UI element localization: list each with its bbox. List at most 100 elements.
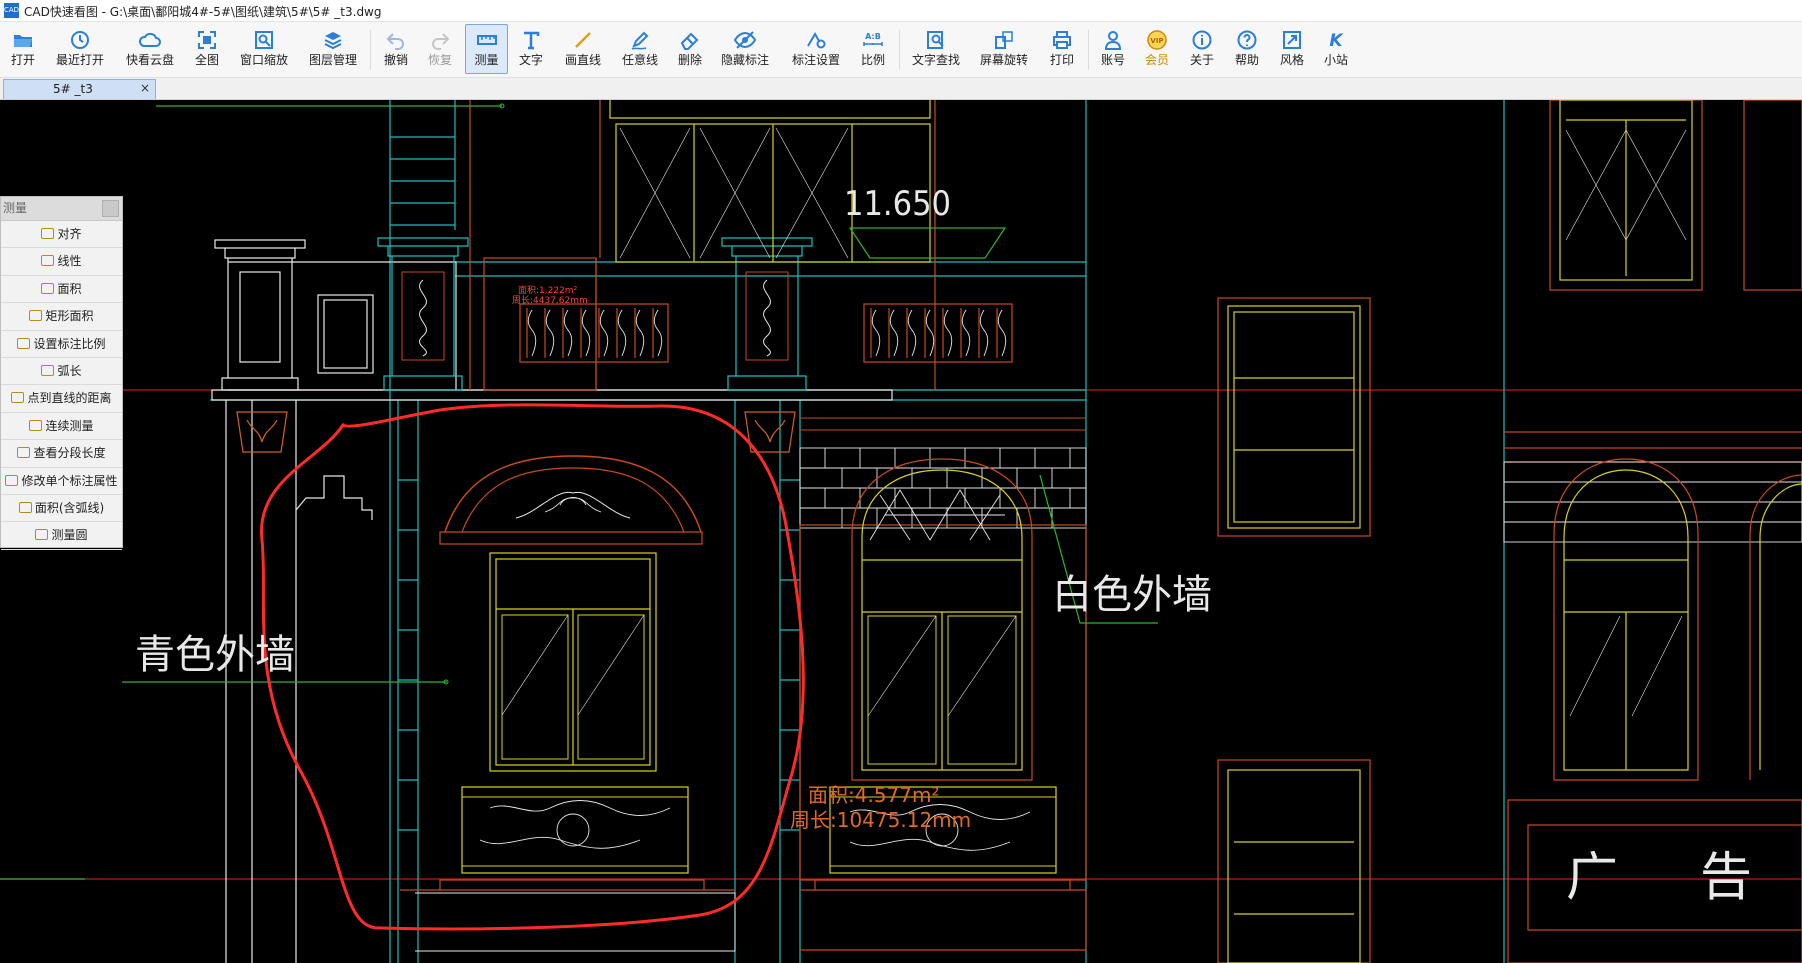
- elevation-label: 11.650: [844, 184, 951, 224]
- undo-button[interactable]: 撤销: [376, 24, 416, 74]
- panel-close-icon[interactable]: [102, 200, 119, 217]
- dimension-settings-icon: [807, 32, 826, 49]
- measure-linear[interactable]: 线性: [1, 248, 122, 276]
- layers-button[interactable]: 图层管理: [302, 24, 364, 74]
- full-view-label: 全图: [194, 53, 219, 67]
- find-text-button[interactable]: 文字查找: [905, 24, 967, 74]
- toolbar-divider: [370, 30, 371, 70]
- measure-continuous[interactable]: 连续测量: [1, 413, 122, 441]
- aligned-dim-icon: [41, 228, 55, 239]
- label-cyan-wall: 青色外墙: [135, 632, 295, 678]
- svg-text:K: K: [1329, 31, 1344, 51]
- account-label: 账号: [1100, 53, 1125, 67]
- measure-rect-area[interactable]: 矩形面积: [1, 303, 122, 331]
- measure-aligned[interactable]: 对齐: [1, 221, 122, 249]
- window-title: CAD快速看图 - G:\桌面\鄱阳城4#-5#\图纸\建筑\5#\5# _t3…: [24, 5, 382, 19]
- vip-label: 会员: [1144, 53, 1169, 67]
- cloud-icon: [138, 32, 161, 47]
- user-icon: [1104, 31, 1122, 50]
- site-button[interactable]: K 小站: [1316, 24, 1356, 74]
- dimension-settings-label: 标注设置: [791, 53, 840, 67]
- redo-icon: [432, 33, 450, 50]
- zoom-window-icon: [255, 31, 273, 49]
- help-label: 帮助: [1234, 53, 1259, 67]
- measure-arc-length[interactable]: 弧长: [1, 358, 122, 386]
- find-text-label: 文字查找: [911, 53, 960, 67]
- history-clock-icon: [71, 31, 89, 49]
- scale-ratio-icon: [17, 337, 31, 349]
- measure-point-to-line[interactable]: 点到直线的距离: [1, 385, 122, 413]
- measure-panel-title: 测量: [3, 201, 28, 215]
- cad-drawing-canvas[interactable]: 11.650 青色外墙 白色外墙 面积:1.222m² 周长:4437.62mm…: [0, 100, 1802, 963]
- area-annotation-main: 面积:4.577m²: [808, 783, 940, 807]
- svg-text:VIP: VIP: [1150, 37, 1163, 45]
- app-logo-icon: CAD: [4, 3, 19, 18]
- undo-icon: [386, 33, 404, 50]
- arc-icon: [41, 364, 55, 376]
- measure-segment-length[interactable]: 查看分段长度: [1, 440, 122, 468]
- rect-area-icon: [29, 310, 43, 322]
- eye-hidden-icon: [733, 31, 757, 49]
- area-icon: [41, 282, 55, 294]
- open-button[interactable]: 打开: [3, 24, 43, 74]
- open-label: 打开: [10, 53, 35, 67]
- recent-label: 最近打开: [55, 53, 104, 67]
- vip-badge-icon: VIP: [1147, 30, 1167, 50]
- redo-button[interactable]: 恢复: [420, 24, 460, 74]
- document-tab[interactable]: 5# _t3 ×: [3, 79, 156, 99]
- freehand-label: 任意线: [621, 53, 658, 67]
- measure-edit-dimension[interactable]: 修改单个标注属性: [1, 468, 122, 495]
- measure-panel-header: 测量: [1, 197, 122, 221]
- scale-button[interactable]: A:B 比例: [853, 24, 893, 74]
- draw-line-button[interactable]: 画直线: [557, 24, 609, 74]
- point-line-icon: [11, 392, 25, 404]
- about-button[interactable]: 关于: [1182, 24, 1222, 74]
- undo-label: 撤销: [383, 53, 408, 67]
- zoom-window-button[interactable]: 窗口缩放: [233, 24, 295, 74]
- vip-button[interactable]: VIP 会员: [1137, 24, 1177, 74]
- rotate-screen-button[interactable]: 屏幕旋转: [973, 24, 1035, 74]
- full-view-button[interactable]: 全图: [188, 24, 226, 74]
- delete-label: 删除: [677, 53, 702, 67]
- account-button[interactable]: 账号: [1093, 24, 1133, 74]
- measure-area[interactable]: 面积: [1, 276, 122, 304]
- print-button[interactable]: 打印: [1042, 24, 1082, 74]
- style-button[interactable]: 风格: [1272, 24, 1312, 74]
- cloud-button[interactable]: 快看云盘: [117, 24, 183, 74]
- pen-icon: [631, 31, 649, 50]
- text-label: 文字: [518, 53, 543, 67]
- hide-dimensions-button[interactable]: 隐藏标注: [714, 24, 776, 74]
- linear-dim-icon: [41, 255, 55, 267]
- main-toolbar: 打开 最近打开 快看云盘 全图 窗口缩放 图层管理 撤销 恢复 测量 文字 画直…: [0, 22, 1802, 78]
- title-bar: CAD CAD快速看图 - G:\桌面\鄱阳城4#-5#\图纸\建筑\5#\5#…: [0, 0, 1802, 22]
- recent-button[interactable]: 最近打开: [47, 24, 113, 74]
- toolbar-divider: [899, 30, 900, 70]
- about-label: 关于: [1189, 53, 1214, 67]
- help-question-icon: [1237, 30, 1257, 50]
- measure-set-scale[interactable]: 设置标注比例: [1, 331, 122, 358]
- layers-icon: [324, 32, 342, 50]
- hide-dimensions-label: 隐藏标注: [720, 53, 769, 67]
- area-annotation-small: 面积:1.222m²: [518, 284, 578, 296]
- segment-length-icon: [17, 447, 31, 459]
- document-tab-label: 5# _t3: [53, 82, 93, 96]
- svg-text:A:B: A:B: [865, 32, 881, 41]
- measure-button[interactable]: 测量: [465, 24, 508, 74]
- layers-label: 图层管理: [308, 53, 357, 67]
- perimeter-annotation-main: 周长:10475.12mm: [790, 808, 971, 832]
- draw-line-label: 画直线: [564, 53, 601, 67]
- help-button[interactable]: 帮助: [1227, 24, 1267, 74]
- freehand-button[interactable]: 任意线: [614, 24, 666, 74]
- measure-area-with-arcs[interactable]: 面积(含弧线): [1, 495, 122, 523]
- text-button[interactable]: 文字: [511, 24, 551, 74]
- close-tab-icon[interactable]: ×: [140, 81, 150, 95]
- eraser-icon: [680, 32, 699, 50]
- zoom-window-label: 窗口缩放: [239, 53, 288, 67]
- measure-label: 测量: [474, 53, 499, 67]
- cloud-label: 快看云盘: [125, 53, 174, 67]
- dimension-settings-button[interactable]: 标注设置: [785, 24, 847, 74]
- delete-button[interactable]: 删除: [670, 24, 710, 74]
- label-white-wall: 白色外墙: [1052, 572, 1212, 618]
- text-tool-icon: [524, 31, 540, 50]
- measure-circle[interactable]: 测量圆: [1, 522, 122, 550]
